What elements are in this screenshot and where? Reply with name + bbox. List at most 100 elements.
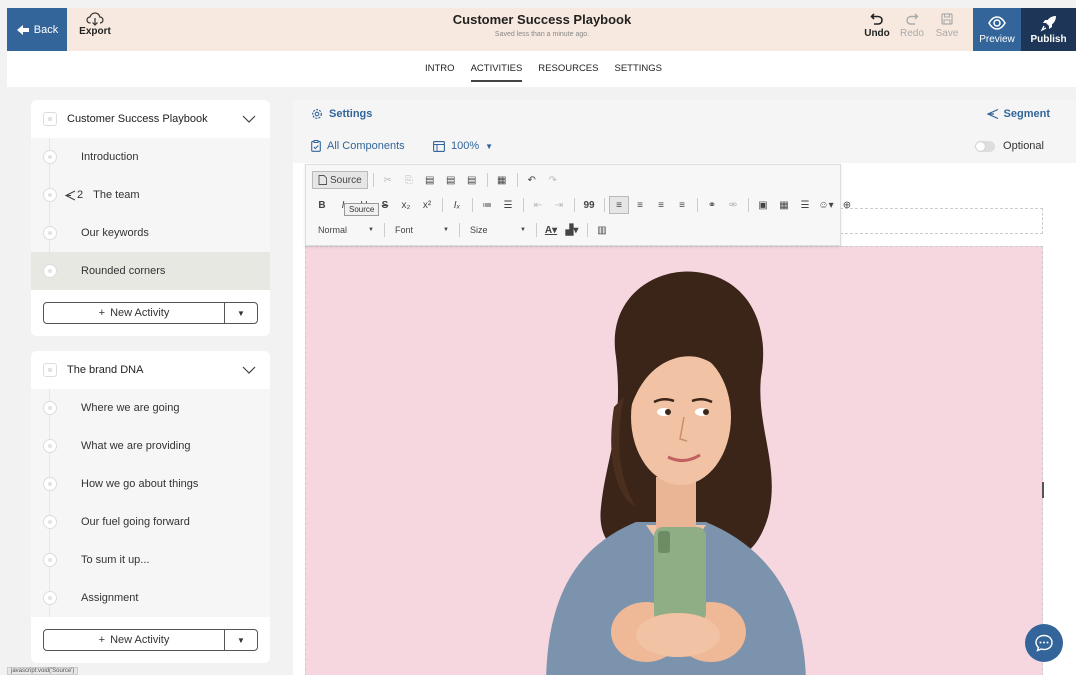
align-justify-icon[interactable]: ≡ <box>672 196 692 214</box>
export-button[interactable]: Export <box>75 12 115 48</box>
image-block[interactable] <box>305 246 1043 675</box>
undo-icon[interactable]: ↶ <box>522 171 542 189</box>
cut-icon[interactable]: ✂ <box>378 171 398 189</box>
sidebar-item-how-we-go-about-things[interactable]: How we go about things <box>31 465 270 503</box>
bulleted-list-icon[interactable]: ☰ <box>498 196 518 214</box>
tab-intro[interactable]: INTRO <box>425 63 455 82</box>
save-label: Save <box>935 28 959 39</box>
redo-icon[interactable]: ↷ <box>543 171 563 189</box>
paste-text-icon[interactable]: ▤ <box>441 171 461 189</box>
sidebar-item-the-team[interactable]: 2 The team <box>31 176 270 214</box>
save-status: Saved less than a minute ago. <box>494 31 590 38</box>
tab-activities[interactable]: ACTIVITIES <box>470 63 523 82</box>
unlink-icon[interactable]: ⚮ <box>723 196 743 214</box>
source-button[interactable]: Source <box>312 171 368 189</box>
toolbar-separator <box>574 198 575 212</box>
table-icon[interactable]: ▦ <box>774 196 794 214</box>
text-color-icon[interactable]: A▾ <box>541 221 561 239</box>
scrollbar-thumb[interactable] <box>1042 482 1044 498</box>
sidebar-item-to-sum-it-up[interactable]: To sum it up... <box>31 541 270 579</box>
new-activity-label: New Activity <box>110 307 170 319</box>
eye-icon <box>988 16 1006 30</box>
format-select[interactable]: Normal ▼ <box>312 221 380 239</box>
image-icon[interactable]: ▣ <box>753 196 773 214</box>
tab-settings[interactable]: SETTINGS <box>614 63 662 82</box>
sidebar-item-what-we-are-providing[interactable]: What we are providing <box>31 427 270 465</box>
sidebar-item-where-we-are-going[interactable]: Where we are going <box>31 389 270 427</box>
indent-icon[interactable]: ⇥ <box>549 196 569 214</box>
toolbar-separator <box>523 198 524 212</box>
new-activity-dropdown[interactable]: ▼ <box>225 303 257 323</box>
settings-button[interactable]: Settings <box>311 108 372 120</box>
align-right-icon[interactable]: ≡ <box>651 196 671 214</box>
paste-icon[interactable]: ▤ <box>420 171 440 189</box>
optional-toggle[interactable] <box>975 140 996 152</box>
new-activity-split-button: + New Activity ▼ <box>43 302 258 324</box>
align-left-icon[interactable]: ≡ <box>609 196 629 214</box>
outdent-icon[interactable]: ⇤ <box>528 196 548 214</box>
chevron-down-icon[interactable] <box>242 363 256 377</box>
copy-icon[interactable]: ⎘ <box>399 171 419 189</box>
sidebar-item-label: Our keywords <box>81 227 149 239</box>
toolbar-separator <box>442 198 443 212</box>
back-button[interactable]: Back <box>7 8 67 51</box>
new-activity-button[interactable]: + New Activity <box>44 303 225 323</box>
chapter-panel-2: The brand DNA Where we are going What we… <box>31 351 270 663</box>
preview-button[interactable]: Preview <box>973 8 1021 51</box>
subscript-icon[interactable]: x₂ <box>396 196 416 214</box>
zoom-select[interactable]: 100% ▼ <box>433 140 493 152</box>
sidebar-item-our-fuel-going-forward[interactable]: Our fuel going forward <box>31 503 270 541</box>
chat-support-button[interactable] <box>1025 624 1063 662</box>
sidebar-item-label: Rounded corners <box>81 265 166 277</box>
sidebar-item-introduction[interactable]: Introduction <box>31 138 270 176</box>
source-tooltip: Source <box>344 203 380 216</box>
link-icon[interactable]: ⚭ <box>702 196 722 214</box>
chapter-header[interactable]: Customer Success Playbook <box>31 100 270 138</box>
toolbar-separator <box>697 198 698 212</box>
segment-button[interactable]: Segment <box>986 108 1050 120</box>
background-color-icon[interactable]: ▟▾ <box>562 221 582 239</box>
new-activity-dropdown[interactable]: ▼ <box>225 630 257 650</box>
app-window: Back Export Customer Success Playbook Sa… <box>7 8 1076 675</box>
chevron-down-icon[interactable] <box>242 112 256 126</box>
all-components-button[interactable]: All Components <box>311 140 405 152</box>
sidebar-item-label: How we go about things <box>81 478 199 490</box>
blockquote-icon[interactable]: 99 <box>579 196 599 214</box>
activity-bullet <box>43 401 57 415</box>
zoom-label: 100% <box>451 140 480 152</box>
chapter-header[interactable]: The brand DNA <box>31 351 270 389</box>
sidebar-item-rounded-corners[interactable]: Rounded corners <box>31 252 270 290</box>
chapter-title: Customer Success Playbook <box>67 113 208 125</box>
bold-icon[interactable]: B <box>312 196 332 214</box>
clipboard-icon <box>311 140 321 152</box>
sidebar-item-assignment[interactable]: Assignment <box>31 579 270 617</box>
publish-button[interactable]: Publish <box>1021 8 1076 51</box>
globe-icon[interactable]: ⊕ <box>837 196 857 214</box>
undo-button[interactable]: Undo <box>859 12 895 48</box>
sidebar-item-our-keywords[interactable]: Our keywords <box>31 214 270 252</box>
numbered-list-icon[interactable]: ≔ <box>477 196 497 214</box>
undo-label: Undo <box>864 28 890 39</box>
document-title: Customer Success Playbook <box>452 12 632 27</box>
redo-button[interactable]: Redo <box>894 12 930 48</box>
horizontal-line-icon[interactable]: ☰ <box>795 196 815 214</box>
font-select[interactable]: Font ▼ <box>389 221 455 239</box>
toolbar-separator <box>748 198 749 212</box>
chapter-title: The brand DNA <box>67 364 144 376</box>
caret-down-icon: ▼ <box>443 227 449 233</box>
remove-format-icon[interactable]: Iₓ <box>447 196 467 214</box>
activity-bullet <box>43 264 57 278</box>
show-blocks-icon[interactable]: ▥ <box>592 221 612 239</box>
new-activity-button[interactable]: + New Activity <box>44 630 225 650</box>
templates-icon[interactable]: ▦ <box>492 171 512 189</box>
paste-word-icon[interactable]: ▤ <box>462 171 482 189</box>
align-center-icon[interactable]: ≡ <box>630 196 650 214</box>
size-select[interactable]: Size ▼ <box>464 221 532 239</box>
superscript-icon[interactable]: x² <box>417 196 437 214</box>
tab-resources[interactable]: RESOURCES <box>538 63 598 82</box>
save-button[interactable]: Save <box>929 12 965 48</box>
browser-status-bar: javascript:void('Source') <box>7 667 79 675</box>
caret-down-icon: ▼ <box>485 141 494 151</box>
emoji-icon[interactable]: ☺▾ <box>816 196 836 214</box>
gear-icon <box>312 109 322 119</box>
